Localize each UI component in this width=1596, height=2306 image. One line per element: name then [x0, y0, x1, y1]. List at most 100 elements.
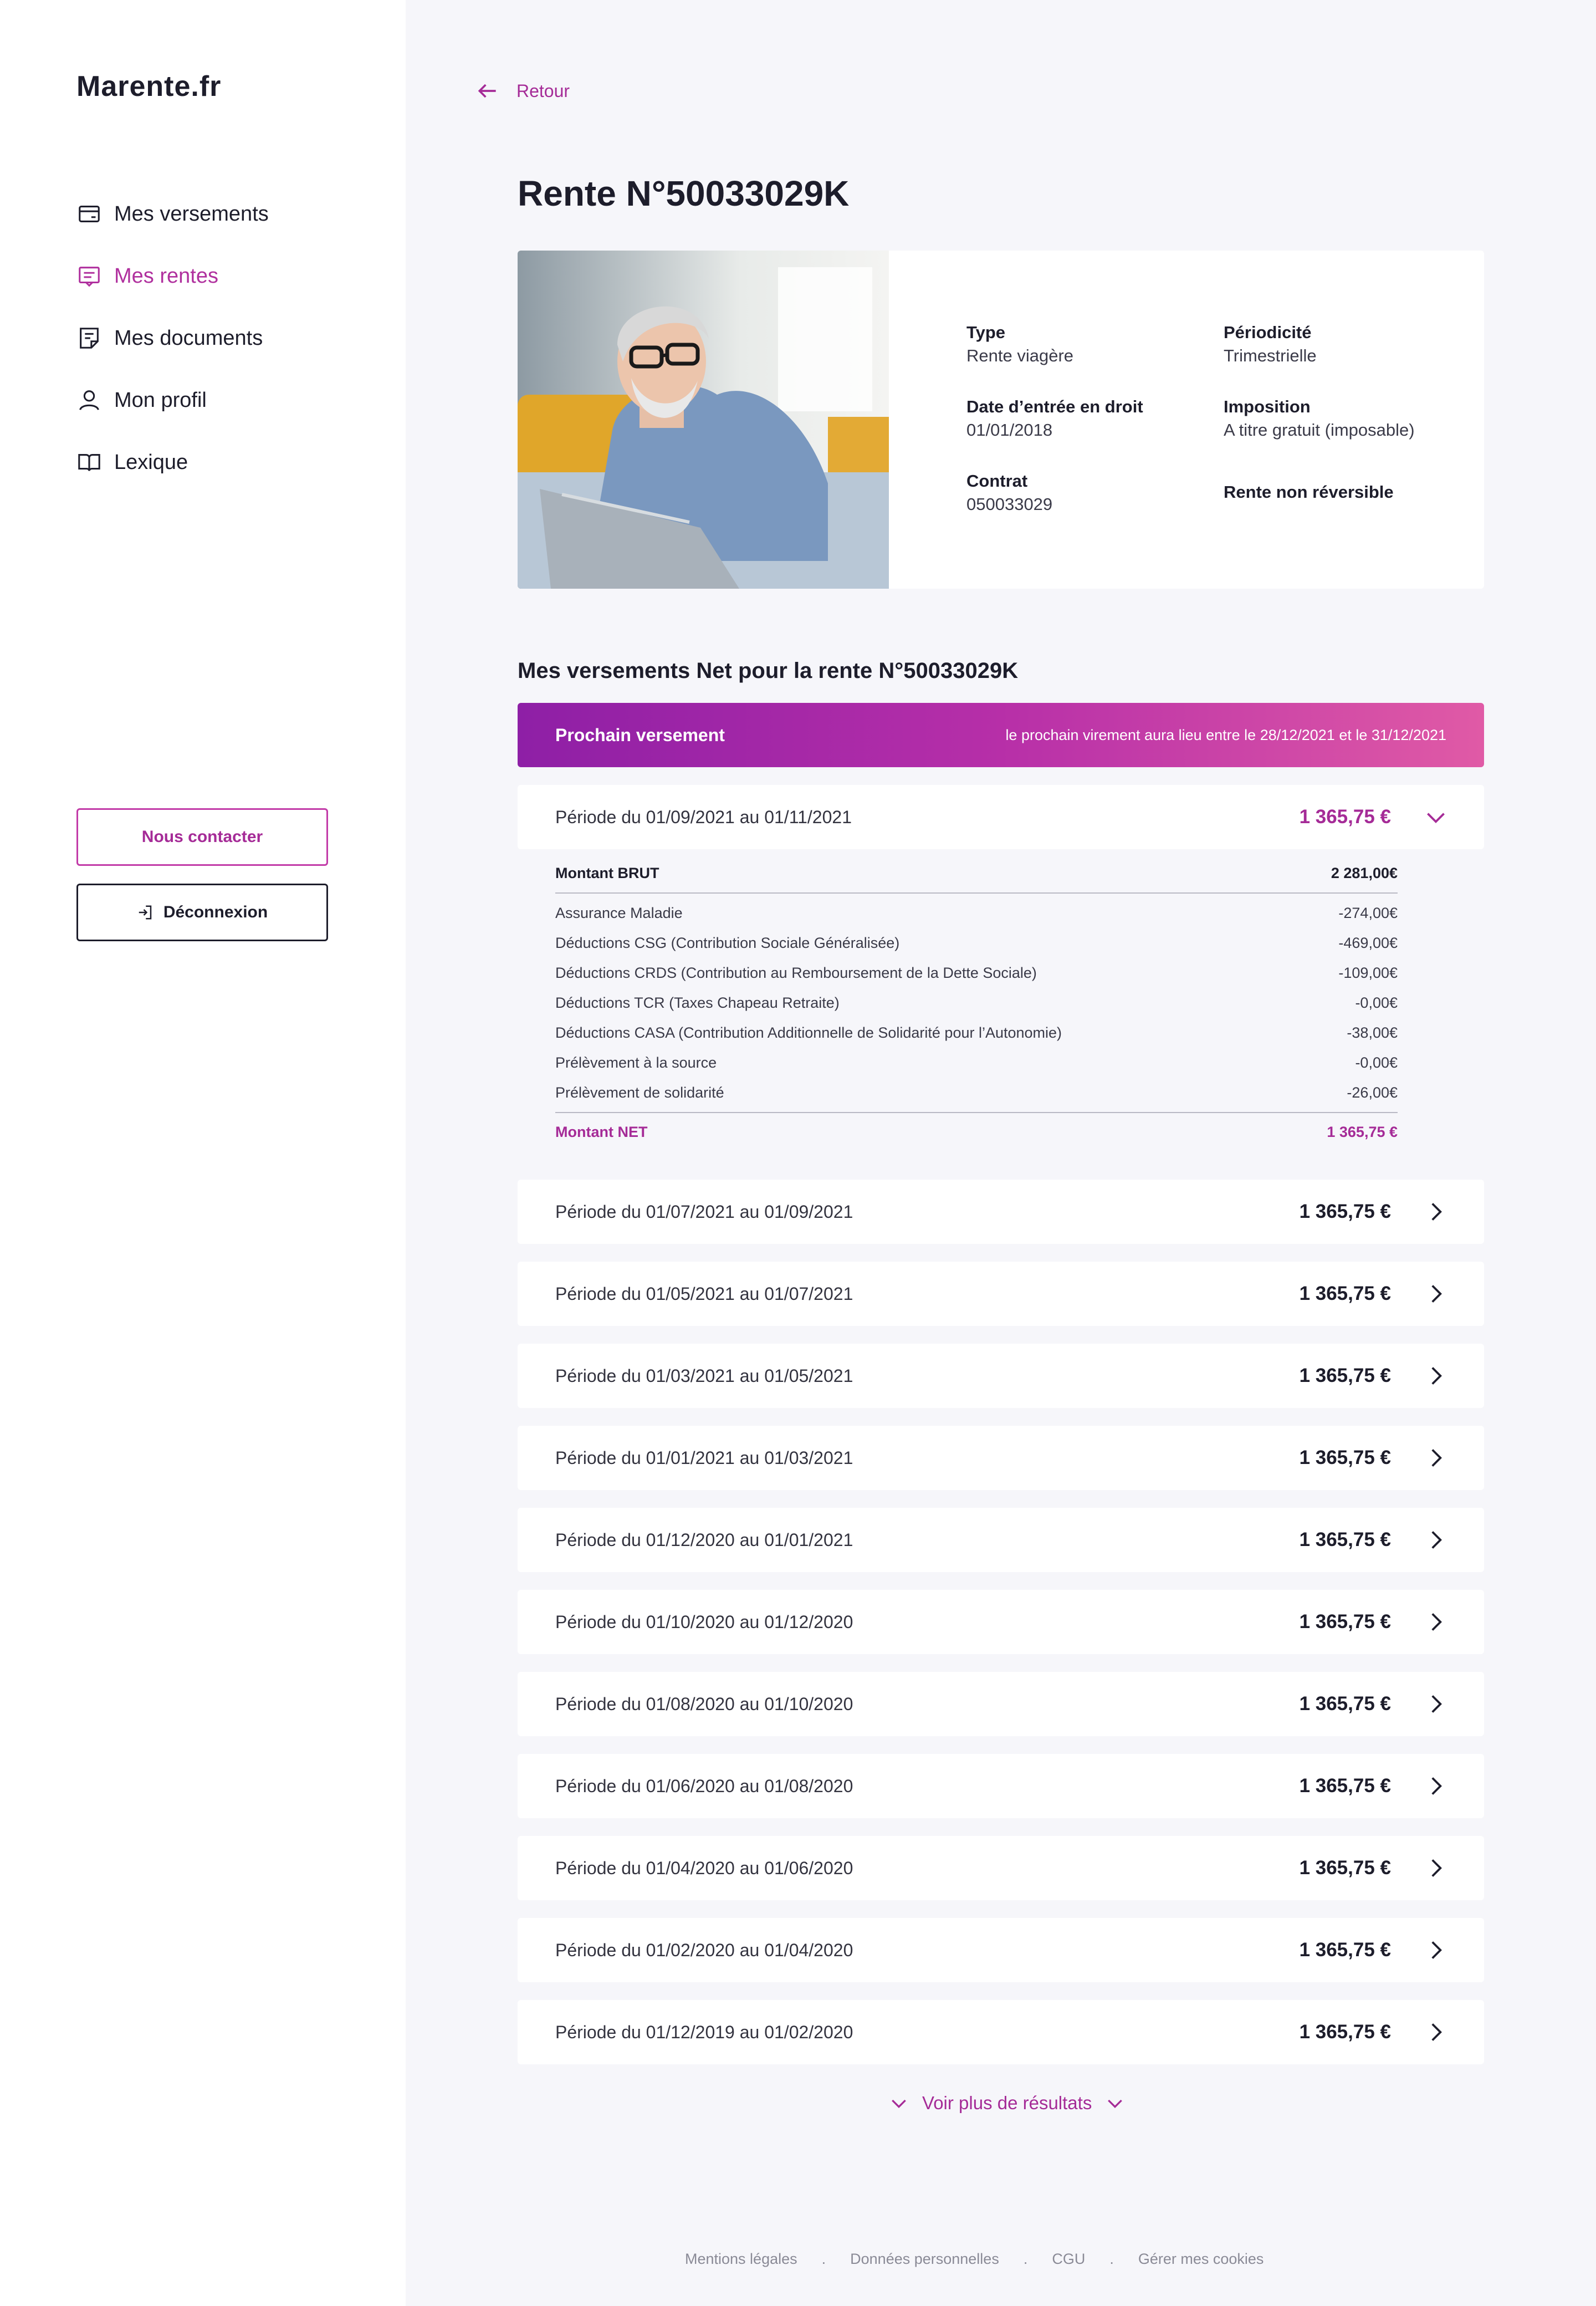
detail-line-value: -469,00€	[1338, 934, 1398, 951]
payment-row[interactable]: Période du 01/04/2020 au 01/06/2020 1 365…	[518, 1836, 1484, 1900]
sidebar-item-mes-rentes[interactable]: Mes rentes	[76, 245, 269, 307]
logout-button[interactable]: Déconnexion	[76, 884, 328, 941]
sidebar-item-label: Lexique	[114, 450, 188, 474]
payment-amount: 1 365,75 €	[1299, 1857, 1391, 1879]
document-list-icon	[79, 267, 100, 287]
sidebar-item-label: Mon profil	[114, 388, 207, 412]
payment-detail: Montant BRUT 2 281,00€ Assurance Maladie…	[555, 854, 1398, 1151]
payment-row[interactable]: Période du 01/12/2020 au 01/01/2021 1 365…	[518, 1508, 1484, 1572]
payment-amount: 1 365,75 €	[1299, 1693, 1391, 1715]
info-contrat-label: Contrat	[966, 471, 1028, 491]
payment-row-expanded[interactable]: Période du 01/09/2021 au 01/11/2021 1 36…	[518, 785, 1484, 849]
detail-line-label: Prélèvement de solidarité	[555, 1084, 724, 1101]
payment-amount: 1 365,75 €	[1299, 1283, 1391, 1304]
payment-amount: 1 365,75 €	[1299, 1365, 1391, 1386]
footer-link-cgu[interactable]: CGU	[1052, 2251, 1085, 2268]
info-periodicite-value: Trimestrielle	[1224, 346, 1317, 365]
chevron-right-icon[interactable]	[1422, 1198, 1450, 1226]
info-type-label: Type	[966, 323, 1006, 342]
chevron-right-icon[interactable]	[1422, 1772, 1450, 1800]
card-icon	[79, 206, 100, 222]
chevron-right-icon[interactable]	[1422, 1608, 1450, 1636]
payment-row[interactable]: Période du 01/06/2020 au 01/08/2020 1 365…	[518, 1754, 1484, 1818]
payment-row[interactable]: Période du 01/08/2020 au 01/10/2020 1 365…	[518, 1672, 1484, 1736]
detail-net-value: 1 365,75 €	[1327, 1123, 1398, 1140]
footer-link-cookies[interactable]: Gérer mes cookies	[1138, 2251, 1264, 2268]
logout-label: Déconnexion	[163, 903, 268, 921]
payment-period: Période du 01/04/2020 au 01/06/2020	[555, 1858, 853, 1878]
chevron-down-icon[interactable]	[1422, 803, 1450, 831]
detail-line: Déductions CRDS (Contribution au Rembour…	[555, 958, 1398, 988]
detail-line-value: -274,00€	[1338, 904, 1398, 921]
payment-row[interactable]: Période du 01/05/2021 au 01/07/2021 1 365…	[518, 1262, 1484, 1326]
detail-line: Prélèvement de solidarité -26,00€	[555, 1078, 1398, 1108]
sidebar: Marente.fr Mes versements Mes rentes Mes…	[0, 0, 406, 2306]
footer-separator: .	[821, 2251, 826, 2267]
load-more-button[interactable]: Voir plus de résultats	[876, 2092, 1138, 2114]
chevron-right-icon[interactable]	[1422, 1526, 1450, 1554]
payment-row[interactable]: Période du 01/07/2021 au 01/09/2021 1 365…	[518, 1180, 1484, 1244]
payment-period: Période du 01/06/2020 au 01/08/2020	[555, 1776, 853, 1796]
back-label: Retour	[516, 80, 570, 101]
info-imposition: Imposition A titre gratuit (imposable)	[1224, 397, 1479, 440]
payment-period: Période du 01/03/2021 au 01/05/2021	[555, 1365, 853, 1386]
detail-line: Prélèvement à la source -0,00€	[555, 1048, 1398, 1078]
payment-amount: 1 365,75 €	[1299, 1611, 1391, 1632]
chevron-right-icon[interactable]	[1422, 1854, 1450, 1882]
sidebar-item-label: Mes rentes	[114, 264, 218, 288]
chevron-right-icon[interactable]	[1422, 1280, 1450, 1308]
info-date-label: Date d’entrée en droit	[966, 397, 1143, 416]
info-type-value: Rente viagère	[966, 346, 1074, 365]
info-periodicite: Périodicité Trimestrielle	[1224, 323, 1479, 366]
info-reversible-label: Rente non réversible	[1224, 482, 1394, 502]
payment-row[interactable]: Période du 01/01/2021 au 01/03/2021 1 365…	[518, 1426, 1484, 1490]
next-payment-banner: Prochain versement le prochain virement …	[518, 703, 1484, 767]
payment-row[interactable]: Période du 01/02/2020 au 01/04/2020 1 365…	[518, 1918, 1484, 1982]
detail-line-label: Assurance Maladie	[555, 904, 683, 921]
payment-period: Période du 01/07/2021 au 01/09/2021	[555, 1201, 853, 1222]
logo[interactable]: Marente.fr	[76, 70, 221, 103]
sidebar-item-label: Mes versements	[114, 202, 269, 226]
payment-amount: 1 365,75 €	[1299, 806, 1391, 828]
chevron-right-icon[interactable]	[1422, 2018, 1450, 2046]
sidebar-item-label: Mes documents	[114, 326, 263, 350]
detail-line-label: Prélèvement à la source	[555, 1054, 717, 1071]
detail-net-label: Montant NET	[555, 1123, 648, 1140]
payment-amount: 1 365,75 €	[1299, 1447, 1391, 1468]
payment-row[interactable]: Période du 01/12/2019 au 01/02/2020 1 365…	[518, 2000, 1484, 2064]
back-link[interactable]: Retour	[475, 79, 570, 103]
info-imposition-value: A titre gratuit (imposable)	[1224, 420, 1415, 440]
detail-brut-value: 2 281,00€	[1331, 864, 1398, 881]
user-icon	[79, 390, 99, 410]
sidebar-item-lexique[interactable]: Lexique	[76, 431, 269, 493]
footer-link-donnees[interactable]: Données personnelles	[850, 2251, 999, 2268]
book-icon	[78, 454, 100, 471]
info-periodicite-label: Périodicité	[1224, 323, 1312, 342]
detail-line: Assurance Maladie -274,00€	[555, 898, 1398, 928]
sidebar-item-mes-versements[interactable]: Mes versements	[76, 183, 269, 245]
payment-period: Période du 01/12/2020 au 01/01/2021	[555, 1529, 853, 1550]
info-type: Type Rente viagère	[966, 323, 1221, 366]
detail-line-label: Déductions CSG (Contribution Sociale Gén…	[555, 934, 900, 951]
detail-line-value: -0,00€	[1355, 1054, 1398, 1071]
payment-amount: 1 365,75 €	[1299, 1775, 1391, 1797]
sidebar-item-mes-documents[interactable]: Mes documents	[76, 307, 269, 369]
rente-photo	[518, 251, 889, 589]
detail-line-value: -0,00€	[1355, 994, 1398, 1011]
chevron-right-icon[interactable]	[1422, 1690, 1450, 1718]
payment-period: Période du 01/12/2019 au 01/02/2020	[555, 2022, 853, 2042]
chevron-right-icon[interactable]	[1422, 1936, 1450, 1964]
logout-icon	[139, 905, 152, 920]
payment-row[interactable]: Période du 01/03/2021 au 01/05/2021 1 365…	[518, 1344, 1484, 1408]
chevron-right-icon[interactable]	[1422, 1444, 1450, 1472]
detail-line: Déductions CSG (Contribution Sociale Gén…	[555, 928, 1398, 958]
chevron-right-icon[interactable]	[1422, 1362, 1450, 1390]
page-title: Rente N°50033029K	[518, 174, 850, 213]
detail-line-label: Déductions CASA (Contribution Additionne…	[555, 1024, 1062, 1041]
sidebar-item-mon-profil[interactable]: Mon profil	[76, 369, 269, 431]
contact-button[interactable]: Nous contacter	[76, 808, 328, 866]
payment-row[interactable]: Période du 01/10/2020 au 01/12/2020 1 365…	[518, 1590, 1484, 1654]
footer: Mentions légales . Données personnelles …	[685, 2251, 1264, 2268]
footer-link-mentions[interactable]: Mentions légales	[685, 2251, 797, 2268]
arrow-left-icon	[478, 84, 496, 98]
